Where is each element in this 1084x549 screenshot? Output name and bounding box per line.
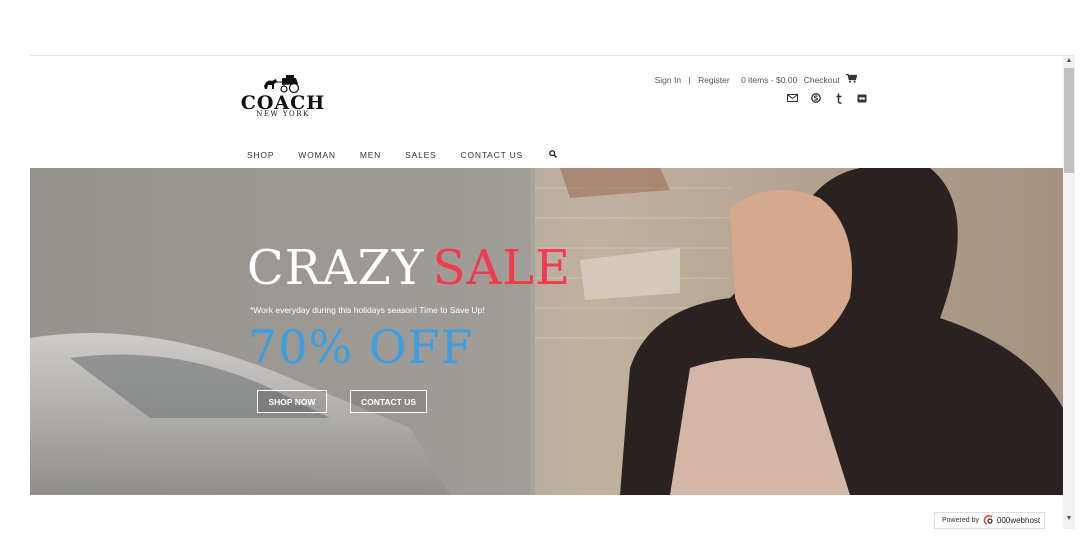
scroll-up-arrow-icon[interactable]: ▲ bbox=[1063, 57, 1075, 64]
account-links: Sign In | Register 0 items - $0.00 Check… bbox=[655, 74, 858, 85]
hero-tagline: *Work everyday during this holidays seas… bbox=[250, 305, 485, 315]
checkout-link[interactable]: Checkout bbox=[804, 75, 840, 85]
skype-icon[interactable] bbox=[809, 92, 822, 104]
powered-by-label: Powered by bbox=[942, 517, 979, 524]
webhost-logo-icon bbox=[983, 514, 994, 527]
hero-offer: 70% OFF bbox=[248, 320, 474, 374]
nav-item-sales[interactable]: SALES bbox=[405, 150, 436, 160]
carriage-icon bbox=[264, 75, 300, 93]
scroll-down-arrow-icon[interactable]: ▼ bbox=[1063, 515, 1075, 522]
tumblr-icon[interactable] bbox=[832, 92, 845, 104]
main-nav: SHOP WOMAN MEN SALES CONTACT US bbox=[247, 150, 558, 160]
flickr-icon[interactable] bbox=[855, 92, 868, 104]
scrollbar-thumb[interactable] bbox=[1064, 68, 1074, 173]
logo-subtitle: NEW YORK bbox=[256, 110, 310, 118]
register-link[interactable]: Register bbox=[698, 75, 730, 85]
hero-headline: CRAZY SALE bbox=[247, 244, 571, 292]
search-icon[interactable] bbox=[549, 150, 558, 160]
cart-summary[interactable]: 0 items - $0.00 bbox=[741, 75, 797, 85]
hero-banner: CRAZY SALE *Work everyday during this hol… bbox=[30, 168, 1063, 495]
envelope-icon[interactable] bbox=[786, 92, 799, 104]
sign-in-link[interactable]: Sign In bbox=[655, 75, 681, 85]
contact-us-button[interactable]: CONTACT US bbox=[350, 390, 427, 413]
nav-item-men[interactable]: MEN bbox=[360, 150, 381, 160]
powered-by-badge[interactable]: Powered by 000webhost bbox=[934, 512, 1045, 529]
powered-by-brand: 000webhost bbox=[996, 516, 1041, 525]
shop-now-button[interactable]: SHOP NOW bbox=[257, 390, 327, 413]
shopping-cart-icon[interactable] bbox=[846, 74, 858, 85]
hero-background-image bbox=[30, 168, 1063, 495]
nav-item-contact-us[interactable]: CONTACT US bbox=[461, 150, 523, 160]
nav-item-woman[interactable]: WOMAN bbox=[298, 150, 336, 160]
nav-item-shop[interactable]: SHOP bbox=[247, 150, 274, 160]
page-scrollbar[interactable]: ▲ ▼ bbox=[1063, 56, 1075, 529]
coach-logo[interactable]: COACH NEW YORK bbox=[236, 73, 330, 119]
headline-crazy: CRAZY bbox=[247, 240, 425, 296]
social-icons bbox=[786, 92, 868, 104]
link-separator: | bbox=[688, 74, 691, 85]
headline-sale: SALE bbox=[432, 240, 572, 296]
